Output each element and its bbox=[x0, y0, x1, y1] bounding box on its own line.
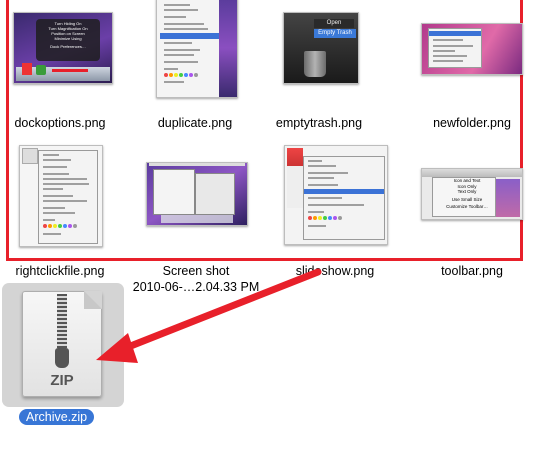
red-arrow-icon bbox=[96, 268, 322, 363]
